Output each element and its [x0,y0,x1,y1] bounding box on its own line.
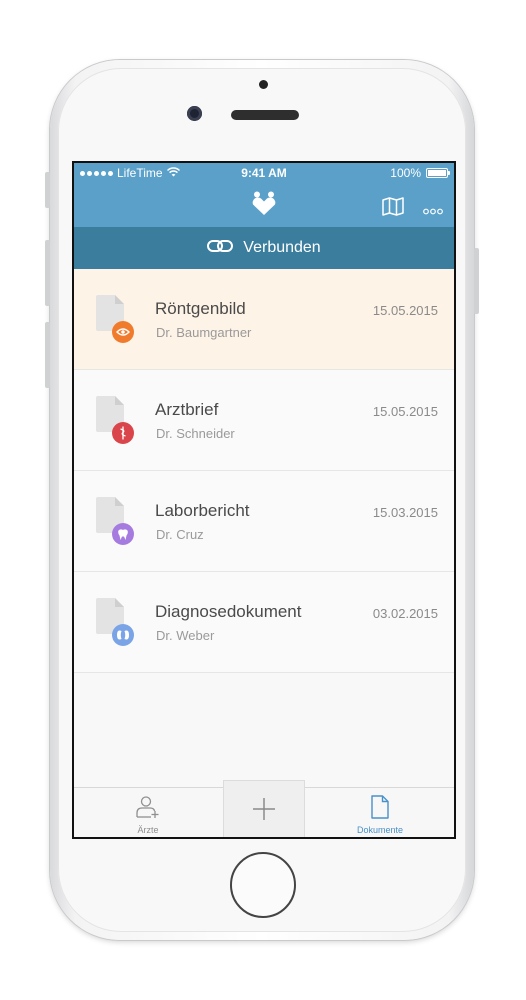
battery-icon [426,168,450,178]
plus-icon [252,798,276,825]
hearts-logo-icon [250,191,278,222]
document-doctor: Dr. Schneider [156,426,235,441]
status-bar: LifeTime 9:41 AM 100% [74,163,454,183]
document-title: Arztbrief [155,400,219,419]
document-doctor: Dr. Weber [156,628,215,643]
kidneys-icon [112,624,134,646]
tab-aerzte[interactable]: Ärzte [74,788,222,837]
document-doctor: Dr. Cruz [156,527,204,542]
document-date: 15.05.2015 [372,404,438,419]
map-icon[interactable] [382,197,404,221]
battery-status: 100% [390,166,450,180]
connection-status-bar: Verbunden [74,227,454,269]
document-date: 15.05.2015 [372,303,438,318]
navigation-bar [74,183,454,227]
add-button[interactable] [223,780,305,837]
front-sensor [259,80,268,89]
document-title: Röntgenbild [155,299,246,318]
document-row-diagnosedokument[interactable]: Diagnosedokument Dr. Weber 03.02.2015 [74,572,454,673]
document-date: 15.03.2015 [372,505,438,520]
document-title: Laborbericht [155,501,250,520]
document-row-laborbericht[interactable]: Laborbericht Dr. Cruz 15.03.2015 [74,471,454,572]
mute-switch [45,172,50,208]
doctor-add-icon [136,796,160,823]
document-icon [371,795,389,823]
eye-icon [112,321,134,343]
tooth-icon [112,523,134,545]
connection-label: Verbunden [243,239,321,256]
link-icon [207,239,234,257]
more-dots-icon[interactable] [423,202,443,220]
document-row-arztbrief[interactable]: Arztbrief Dr. Schneider 15.05.2015 [74,370,454,471]
document-title: Diagnosedokument [155,602,302,621]
front-camera [187,106,202,121]
volume-down-button [45,322,50,388]
tab-bar: Ärzte Dokumente [74,780,454,837]
volume-up-button [45,240,50,306]
tab-dokumente-label: Dokumente [356,825,404,835]
tab-dokumente[interactable]: Dokumente [306,788,454,837]
document-list: Röntgenbild Dr. Baumgartner 15.05.2015 A… [74,269,454,673]
document-date: 03.02.2015 [372,606,438,621]
power-button [474,248,479,314]
caduceus-icon [112,422,134,444]
home-button[interactable] [230,852,296,918]
document-row-roentgenbild[interactable]: Röntgenbild Dr. Baumgartner 15.05.2015 [74,269,454,370]
battery-percent: 100% [390,166,421,180]
app-screen: LifeTime 9:41 AM 100% Verbunden Röntgenb… [74,163,454,837]
tab-aerzte-label: Ärzte [137,825,159,835]
earpiece-speaker [231,110,299,120]
document-doctor: Dr. Baumgartner [156,325,252,340]
